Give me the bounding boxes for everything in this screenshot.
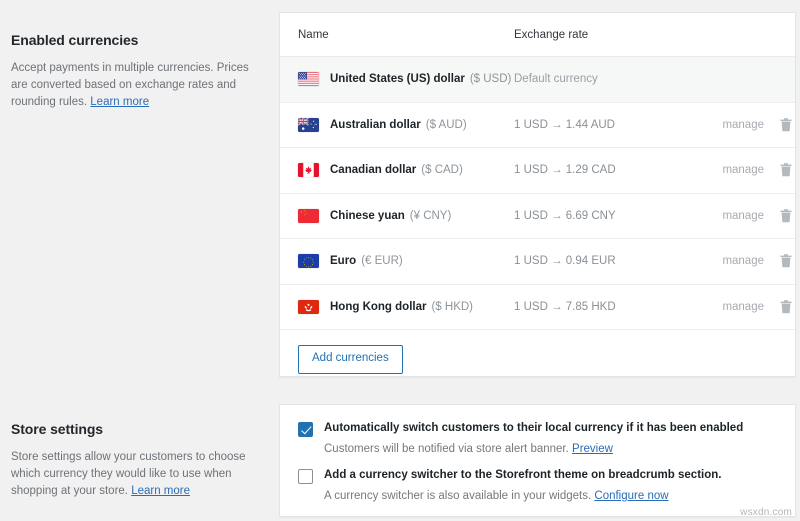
manage-link[interactable]: manage bbox=[702, 255, 764, 267]
delete-currency-button[interactable] bbox=[764, 161, 794, 179]
currency-name-cell: Australian dollar ($ AUD) bbox=[298, 118, 514, 132]
settings-page: Enabled currencies Accept payments in mu… bbox=[0, 0, 800, 521]
manage-link[interactable]: manage bbox=[702, 164, 764, 176]
currency-switcher-checkbox[interactable] bbox=[298, 469, 313, 484]
currency-name: Australian dollar bbox=[330, 119, 421, 131]
enabled-currencies-learn-more-link[interactable]: Learn more bbox=[90, 96, 149, 108]
currency-name: Canadian dollar bbox=[330, 164, 416, 176]
trash-icon bbox=[780, 118, 792, 132]
table-row: Euro (€ EUR) 1 USD → 0.94 EUR manage bbox=[280, 239, 795, 285]
manage-link[interactable]: manage bbox=[702, 301, 764, 313]
currency-name-cell: United States (US) dollar ($ USD) bbox=[298, 72, 514, 86]
trash-icon bbox=[780, 254, 792, 268]
setting-currency-switcher: Add a currency switcher to the Storefron… bbox=[298, 468, 777, 504]
currency-name-cell: Hong Kong dollar ($ HKD) bbox=[298, 300, 514, 314]
currency-name: Euro bbox=[330, 255, 356, 267]
enabled-currencies-description-block: Enabled currencies Accept payments in mu… bbox=[11, 32, 261, 111]
table-row: Chinese yuan (¥ CNY) 1 USD → 6.69 CNY ma… bbox=[280, 194, 795, 240]
exchange-rate-value: 1 USD → 0.94 EUR bbox=[514, 255, 702, 267]
store-settings-description: Store settings allow your customers to c… bbox=[11, 449, 261, 500]
currency-name-cell: Canadian dollar ($ CAD) bbox=[298, 163, 514, 177]
hk-flag-icon bbox=[298, 300, 319, 314]
table-row: Canadian dollar ($ CAD) 1 USD → 1.29 CAD… bbox=[280, 148, 795, 194]
currency-name-cell: Euro (€ EUR) bbox=[298, 254, 514, 268]
setting-auto-switch-currency: Automatically switch customers to their … bbox=[298, 421, 777, 457]
table-row: Australian dollar ($ AUD) 1 USD → 1.44 A… bbox=[280, 103, 795, 149]
currency-name: Hong Kong dollar bbox=[330, 301, 426, 313]
column-header-exchange-rate: Exchange rate bbox=[514, 29, 702, 41]
delete-currency-button[interactable] bbox=[764, 116, 794, 134]
auto-switch-subtext-text: Customers will be notified via store ale… bbox=[324, 443, 569, 455]
auto-switch-subtext: Customers will be notified via store ale… bbox=[324, 442, 743, 457]
enabled-currencies-heading: Enabled currencies bbox=[11, 32, 261, 48]
currency-code: (€ EUR) bbox=[361, 255, 403, 267]
exchange-rate-value: Default currency bbox=[514, 73, 702, 85]
currency-switcher-subtext-text: A currency switcher is also available in… bbox=[324, 490, 591, 502]
store-settings-options: Automatically switch customers to their … bbox=[280, 405, 795, 504]
trash-icon bbox=[780, 163, 792, 177]
exchange-rate-value: 1 USD → 7.85 HKD bbox=[514, 301, 702, 313]
store-settings-heading: Store settings bbox=[11, 421, 261, 437]
au-flag-icon bbox=[298, 118, 319, 132]
trash-icon bbox=[780, 300, 792, 314]
currency-code: ($ AUD) bbox=[426, 119, 467, 131]
store-settings-description-text: Store settings allow your customers to c… bbox=[11, 451, 246, 497]
ca-flag-icon bbox=[298, 163, 319, 177]
configure-now-link[interactable]: Configure now bbox=[594, 490, 668, 502]
manage-link[interactable]: manage bbox=[702, 210, 764, 222]
manage-link[interactable]: manage bbox=[702, 119, 764, 131]
add-currencies-button[interactable]: Add currencies bbox=[298, 345, 403, 374]
table-row: United States (US) dollar ($ USD) Defaul… bbox=[280, 57, 795, 103]
store-settings-description-block: Store settings Store settings allow your… bbox=[11, 421, 261, 500]
exchange-rate-value: 1 USD → 1.29 CAD bbox=[514, 164, 702, 176]
table-row: Hong Kong dollar ($ HKD) 1 USD → 7.85 HK… bbox=[280, 285, 795, 331]
cn-flag-icon bbox=[298, 209, 319, 223]
currency-switcher-subtext: A currency switcher is also available in… bbox=[324, 489, 721, 504]
enabled-currencies-card: Name Exchange rate bbox=[279, 12, 796, 377]
currency-name: Chinese yuan bbox=[330, 210, 405, 222]
currency-code: ($ HKD) bbox=[431, 301, 473, 313]
currency-name-cell: Chinese yuan (¥ CNY) bbox=[298, 209, 514, 223]
delete-currency-button[interactable] bbox=[764, 207, 794, 225]
auto-switch-checkbox[interactable] bbox=[298, 422, 313, 437]
currency-switcher-label: Add a currency switcher to the Storefron… bbox=[324, 468, 721, 483]
us-flag-icon bbox=[298, 72, 319, 86]
store-settings-learn-more-link[interactable]: Learn more bbox=[131, 485, 190, 497]
trash-icon bbox=[780, 209, 792, 223]
currency-code: ($ CAD) bbox=[421, 164, 463, 176]
auto-switch-label: Automatically switch customers to their … bbox=[324, 421, 743, 436]
eu-flag-icon bbox=[298, 254, 319, 268]
currency-name: United States (US) dollar bbox=[330, 73, 465, 85]
add-currencies-footer: Add currencies bbox=[280, 330, 795, 374]
delete-currency-button[interactable] bbox=[764, 298, 794, 316]
preview-link[interactable]: Preview bbox=[572, 443, 613, 455]
delete-currency-button[interactable] bbox=[764, 252, 794, 270]
exchange-rate-value: 1 USD → 1.44 AUD bbox=[514, 119, 702, 131]
currency-code: (¥ CNY) bbox=[410, 210, 452, 222]
currency-table-header: Name Exchange rate bbox=[280, 13, 795, 57]
exchange-rate-value: 1 USD → 6.69 CNY bbox=[514, 210, 702, 222]
enabled-currencies-description: Accept payments in multiple currencies. … bbox=[11, 60, 261, 111]
column-header-name: Name bbox=[298, 29, 514, 41]
watermark: wsxdn.com bbox=[740, 507, 792, 518]
store-settings-card: Automatically switch customers to their … bbox=[279, 404, 796, 517]
currency-code: ($ USD) bbox=[470, 73, 512, 85]
